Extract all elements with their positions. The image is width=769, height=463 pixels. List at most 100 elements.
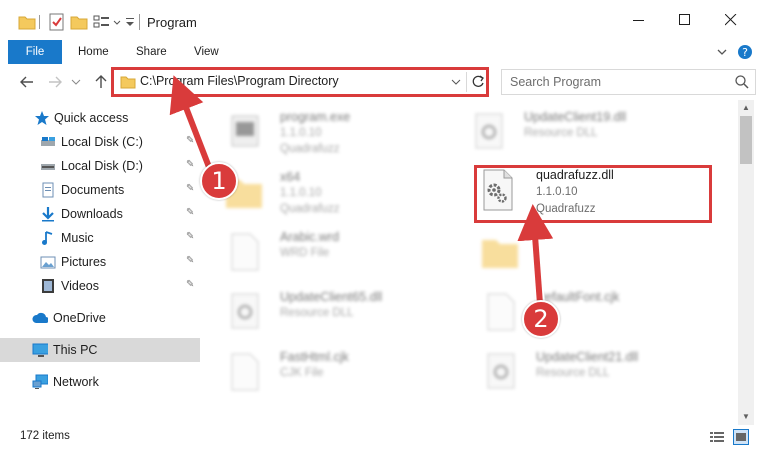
file-type: Quadrafuzz (280, 203, 340, 215)
file-name: Arabic.wrd (280, 230, 340, 244)
sidebar-item-videos[interactable]: Videos ✎ (0, 274, 200, 298)
sidebar-item-label: Local Disk (D:) (61, 159, 143, 173)
search-box[interactable]: Search Program (501, 69, 756, 95)
pin-icon[interactable]: ✎ (186, 255, 194, 266)
file-version: Resource DLL (536, 367, 610, 379)
sidebar-item-label: This PC (53, 343, 98, 357)
file-version: 1.1.0.10 (280, 187, 322, 199)
file-name: x64 (280, 170, 301, 184)
file-item[interactable]: DefaultFont.cjk (474, 282, 714, 342)
file-name: UpdateClient65.dll (280, 290, 383, 304)
help-icon[interactable]: ? (737, 44, 753, 60)
properties-icon[interactable] (48, 13, 66, 31)
sidebar-item-documents[interactable]: Documents ✎ (0, 178, 200, 202)
help-glyph: ? (742, 46, 748, 59)
file-item[interactable]: x64 1.1.0.10 Quadrafuzz (218, 162, 458, 222)
sidebar-item-label: Pictures (61, 255, 107, 269)
pin-icon[interactable]: ✎ (186, 207, 194, 218)
search-icon[interactable] (734, 74, 750, 90)
folder-icon (482, 240, 518, 268)
pin-icon[interactable]: ✎ (186, 183, 194, 194)
maximize-button[interactable] (662, 0, 708, 40)
sidebar-item-this-pc[interactable]: This PC (0, 338, 200, 362)
computer-icon (32, 343, 48, 357)
sidebar-item-quick-access[interactable]: Quick access (0, 106, 200, 130)
download-icon (42, 207, 54, 222)
sidebar-item-music[interactable]: Music ✎ (0, 226, 200, 250)
sidebar-item-local-disk-d[interactable]: Local Disk (D:) ✎ (0, 154, 200, 178)
videos-icon (42, 279, 54, 293)
file-version: Resource DLL (280, 307, 354, 319)
up-button[interactable] (92, 73, 110, 91)
address-row: C:\Program Files\Program Directory Searc… (0, 64, 769, 100)
sidebar-item-onedrive[interactable]: OneDrive (0, 306, 200, 330)
navigation-pane: Quick access Local Disk (C:) ✎ Local Dis… (0, 100, 200, 425)
customize-icon[interactable] (93, 13, 111, 31)
sidebar-item-label: Music (61, 231, 94, 245)
dll-icon (483, 169, 513, 211)
scroll-thumb[interactable] (740, 116, 752, 164)
file-item[interactable] (474, 222, 714, 282)
network-icon (32, 374, 48, 389)
sidebar-item-label: OneDrive (53, 311, 106, 325)
file-item-quadrafuzz-dll[interactable]: quadrafuzz.dll 1.1.0.10 Quadrafuzz (474, 162, 714, 222)
pin-icon[interactable]: ✎ (186, 135, 194, 146)
tab-file[interactable]: File (8, 40, 62, 64)
sidebar-item-pictures[interactable]: Pictures ✎ (0, 250, 200, 274)
chevron-down-icon (71, 79, 81, 85)
file-item[interactable]: FastHtml.cjk CJK File (218, 342, 458, 402)
folder-icon[interactable] (18, 13, 36, 31)
file-name: FastHtml.cjk (280, 350, 349, 364)
file-name: quadrafuzz.dll (536, 168, 614, 182)
scroll-up-button[interactable]: ▲ (738, 100, 754, 116)
file-icon (487, 293, 515, 331)
file-item[interactable]: Arabic.wrd WRD File (218, 222, 458, 282)
file-version: Resource DLL (524, 127, 598, 139)
new-folder-icon[interactable] (70, 13, 88, 31)
pin-icon[interactable]: ✎ (186, 159, 194, 170)
sidebar-item-downloads[interactable]: Downloads ✎ (0, 202, 200, 226)
recent-locations-button[interactable] (71, 73, 81, 91)
sidebar-item-network[interactable]: Network (0, 370, 200, 394)
sidebar-item-label: Local Disk (C:) (61, 135, 143, 149)
tab-home[interactable]: Home (66, 40, 121, 64)
minimize-icon (633, 20, 644, 21)
dropdown-icon[interactable] (113, 13, 121, 31)
maximize-icon (679, 14, 690, 25)
pin-icon[interactable]: ✎ (186, 279, 194, 290)
item-count: 172 items (20, 430, 70, 442)
minimize-button[interactable] (616, 0, 662, 40)
tab-view[interactable]: View (182, 40, 231, 64)
vertical-scrollbar[interactable]: ▲ ▼ (738, 100, 754, 425)
forward-button[interactable] (46, 73, 64, 91)
file-type: Quadrafuzz (536, 203, 596, 215)
large-icons-view-icon[interactable] (733, 429, 749, 445)
sidebar-item-label: Videos (61, 279, 99, 293)
sidebar-item-local-disk-c[interactable]: Local Disk (C:) ✎ (0, 130, 200, 154)
file-item[interactable]: program.exe 1.1.0.10 Quadrafuzz (218, 102, 458, 162)
file-name: UpdateClient21.dll (536, 350, 639, 364)
dll-icon (487, 353, 515, 389)
dll-icon (231, 293, 259, 329)
file-item[interactable]: UpdateClient65.dll Resource DLL (218, 282, 458, 342)
close-icon (725, 14, 737, 26)
expand-ribbon-icon[interactable] (716, 46, 728, 58)
exe-icon (231, 115, 259, 147)
search-input[interactable]: Search Program (510, 75, 601, 89)
music-icon (42, 231, 53, 245)
title-bar: Program (0, 0, 769, 40)
customize-quick-access-icon[interactable] (124, 13, 136, 31)
close-button[interactable] (708, 0, 754, 40)
file-version: 1.1.0.10 (536, 186, 578, 198)
file-icon (231, 233, 259, 271)
file-name: program.exe (280, 110, 351, 124)
status-bar: 172 items (0, 425, 769, 449)
file-list: program.exe 1.1.0.10 Quadrafuzz UpdateCl… (212, 100, 738, 425)
tab-share[interactable]: Share (124, 40, 179, 64)
file-item[interactable]: UpdateClient19.dll Resource DLL (462, 102, 702, 162)
pin-icon[interactable]: ✎ (186, 231, 194, 242)
scroll-down-button[interactable]: ▼ (738, 409, 754, 425)
details-view-icon[interactable] (709, 430, 725, 444)
back-button[interactable] (18, 73, 36, 91)
file-item[interactable]: UpdateClient21.dll Resource DLL (474, 342, 714, 402)
